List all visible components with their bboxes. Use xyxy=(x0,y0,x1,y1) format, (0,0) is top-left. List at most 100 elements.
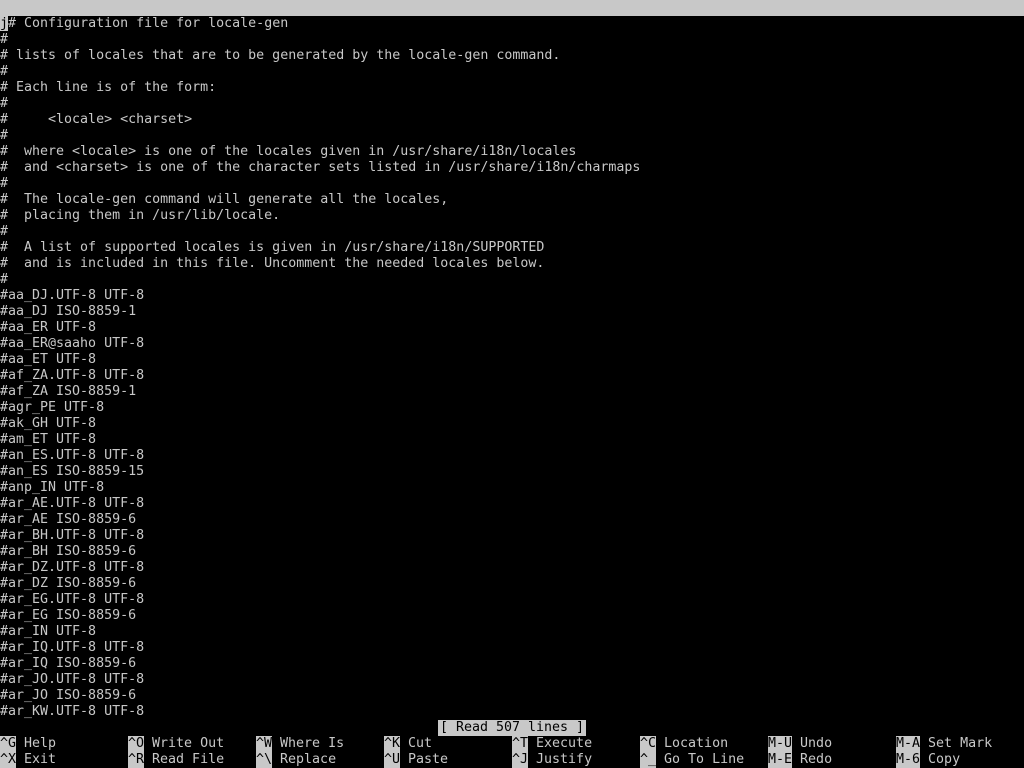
text-cursor: j xyxy=(0,16,9,31)
shortcut-label: Write Out xyxy=(152,736,225,751)
shortcut-key: ^U xyxy=(384,752,401,768)
shortcut-help[interactable]: ^G Help xyxy=(0,736,56,752)
shortcut-label: Go To Line xyxy=(664,752,745,767)
shortcut-key: ^W xyxy=(256,736,273,752)
editor-line[interactable]: #aa_ET UTF-8 xyxy=(0,352,1024,368)
editor-line[interactable]: #ar_BH ISO-8859-6 xyxy=(0,544,1024,560)
shortcut-key: ^_ xyxy=(640,752,657,768)
editor-line[interactable]: #ar_EG ISO-8859-6 xyxy=(0,608,1024,624)
editor-line[interactable]: #af_ZA.UTF-8 UTF-8 xyxy=(0,368,1024,384)
status-bar: [ Read 507 lines ] xyxy=(0,720,1024,736)
editor-line[interactable]: #ar_JO ISO-8859-6 xyxy=(0,688,1024,704)
editor-line-text: # Configuration file for locale-gen xyxy=(8,16,289,31)
shortcut-label: Replace xyxy=(280,752,337,767)
editor-line[interactable]: j# Configuration file for locale-gen xyxy=(0,16,1024,32)
shortcut-key: ^O xyxy=(128,736,145,752)
editor-line[interactable]: # The locale-gen command will generate a… xyxy=(0,192,1024,208)
shortcut-key: ^T xyxy=(512,736,529,752)
shortcut-help-bar: ^G Help ^O Write Out ^W Where Is ^K Cut … xyxy=(0,736,1024,768)
shortcut-key: ^\ xyxy=(256,752,273,768)
shortcut-label: Set Mark xyxy=(928,736,993,751)
editor-line[interactable]: #am_ET UTF-8 xyxy=(0,432,1024,448)
editor-line[interactable]: # Each line is of the form: xyxy=(0,80,1024,96)
shortcut-set-mark[interactable]: M-A Set Mark xyxy=(896,736,992,752)
title-bar: GNU nano 7.2 /etc/locale.gen Modified xyxy=(0,0,1024,63)
shortcut-label: Paste xyxy=(408,752,449,767)
editor-line[interactable]: # xyxy=(0,32,1024,48)
shortcut-label: Undo xyxy=(800,736,833,751)
editor-line[interactable]: #ar_AE.UTF-8 UTF-8 xyxy=(0,496,1024,512)
shortcut-label: Copy xyxy=(928,752,961,767)
shortcut-label: Execute xyxy=(536,736,593,751)
shortcut-write-out[interactable]: ^O Write Out xyxy=(128,736,224,752)
shortcut-label: Where Is xyxy=(280,736,345,751)
shortcut-label: Redo xyxy=(800,752,833,767)
editor-line[interactable]: #aa_ER UTF-8 xyxy=(0,320,1024,336)
shortcut-copy[interactable]: M-6 Copy xyxy=(896,752,960,768)
editor-line[interactable]: # A list of supported locales is given i… xyxy=(0,240,1024,256)
editor-line[interactable]: #ar_IQ ISO-8859-6 xyxy=(0,656,1024,672)
editor-line[interactable]: # xyxy=(0,64,1024,80)
editor-line[interactable]: # placing them in /usr/lib/locale. xyxy=(0,208,1024,224)
shortcut-label: Help xyxy=(24,736,57,751)
editor-line[interactable]: #ar_DZ.UTF-8 UTF-8 xyxy=(0,560,1024,576)
editor-line[interactable]: # and is included in this file. Uncommen… xyxy=(0,256,1024,272)
editor-text-area[interactable]: j# Configuration file for locale-gen # #… xyxy=(0,16,1024,720)
shortcut-where-is[interactable]: ^W Where Is xyxy=(256,736,344,752)
editor-line[interactable]: #ak_GH UTF-8 xyxy=(0,416,1024,432)
shortcut-key: M-U xyxy=(768,736,793,752)
editor-line[interactable]: # xyxy=(0,96,1024,112)
editor-line[interactable]: # where <locale> is one of the locales g… xyxy=(0,144,1024,160)
editor-line[interactable]: #an_ES ISO-8859-15 xyxy=(0,464,1024,480)
editor-line[interactable]: #agr_PE UTF-8 xyxy=(0,400,1024,416)
editor-line[interactable]: #af_ZA ISO-8859-1 xyxy=(0,384,1024,400)
editor-line[interactable]: # xyxy=(0,176,1024,192)
editor-line[interactable]: #ar_DZ ISO-8859-6 xyxy=(0,576,1024,592)
shortcut-undo[interactable]: M-U Undo xyxy=(768,736,832,752)
editor-line[interactable]: #aa_DJ ISO-8859-1 xyxy=(0,304,1024,320)
shortcut-label: Cut xyxy=(408,736,433,751)
shortcut-justify[interactable]: ^J Justify xyxy=(512,752,592,768)
shortcut-replace[interactable]: ^\ Replace xyxy=(256,752,336,768)
editor-line[interactable]: #ar_JO.UTF-8 UTF-8 xyxy=(0,672,1024,688)
editor-line[interactable]: #ar_KW.UTF-8 UTF-8 xyxy=(0,704,1024,720)
editor-line[interactable]: #ar_IQ.UTF-8 UTF-8 xyxy=(0,640,1024,656)
shortcut-row: ^G Help ^O Write Out ^W Where Is ^K Cut … xyxy=(0,736,1024,752)
shortcut-key: ^G xyxy=(0,736,17,752)
shortcut-key: M-E xyxy=(768,752,793,768)
editor-line[interactable]: #ar_BH.UTF-8 UTF-8 xyxy=(0,528,1024,544)
shortcut-key: ^K xyxy=(384,736,401,752)
shortcut-label: Justify xyxy=(536,752,593,767)
editor-line[interactable]: # lists of locales that are to be genera… xyxy=(0,48,1024,64)
shortcut-redo[interactable]: M-E Redo xyxy=(768,752,832,768)
shortcut-key: ^X xyxy=(0,752,17,768)
shortcut-label: Read File xyxy=(152,752,225,767)
shortcut-key: M-6 xyxy=(896,752,921,768)
shortcut-row: ^X Exit ^R Read File ^\ Replace ^U Paste… xyxy=(0,752,1024,768)
editor-line[interactable]: # xyxy=(0,128,1024,144)
editor-line[interactable]: #aa_ER@saaho UTF-8 xyxy=(0,336,1024,352)
shortcut-key: ^R xyxy=(128,752,145,768)
editor-line[interactable]: #aa_DJ.UTF-8 UTF-8 xyxy=(0,288,1024,304)
shortcut-label: Exit xyxy=(24,752,57,767)
shortcut-cut[interactable]: ^K Cut xyxy=(384,736,432,752)
shortcut-paste[interactable]: ^U Paste xyxy=(384,752,448,768)
shortcut-read-file[interactable]: ^R Read File xyxy=(128,752,224,768)
editor-line[interactable]: #an_ES.UTF-8 UTF-8 xyxy=(0,448,1024,464)
shortcut-key: ^J xyxy=(512,752,529,768)
editor-line[interactable]: #ar_AE ISO-8859-6 xyxy=(0,512,1024,528)
status-message: [ Read 507 lines ] xyxy=(437,720,587,736)
editor-line[interactable]: # xyxy=(0,272,1024,288)
shortcut-go-to-line[interactable]: ^_ Go To Line xyxy=(640,752,744,768)
shortcut-execute[interactable]: ^T Execute xyxy=(512,736,592,752)
editor-line[interactable]: # xyxy=(0,224,1024,240)
shortcut-key: ^C xyxy=(640,736,657,752)
shortcut-exit[interactable]: ^X Exit xyxy=(0,752,56,768)
editor-line[interactable]: #ar_IN UTF-8 xyxy=(0,624,1024,640)
editor-line[interactable]: #ar_EG.UTF-8 UTF-8 xyxy=(0,592,1024,608)
editor-line[interactable]: # <locale> <charset> xyxy=(0,112,1024,128)
shortcut-location[interactable]: ^C Location xyxy=(640,736,728,752)
editor-line[interactable]: # and <charset> is one of the character … xyxy=(0,160,1024,176)
editor-line[interactable]: #anp_IN UTF-8 xyxy=(0,480,1024,496)
shortcut-key: M-A xyxy=(896,736,921,752)
